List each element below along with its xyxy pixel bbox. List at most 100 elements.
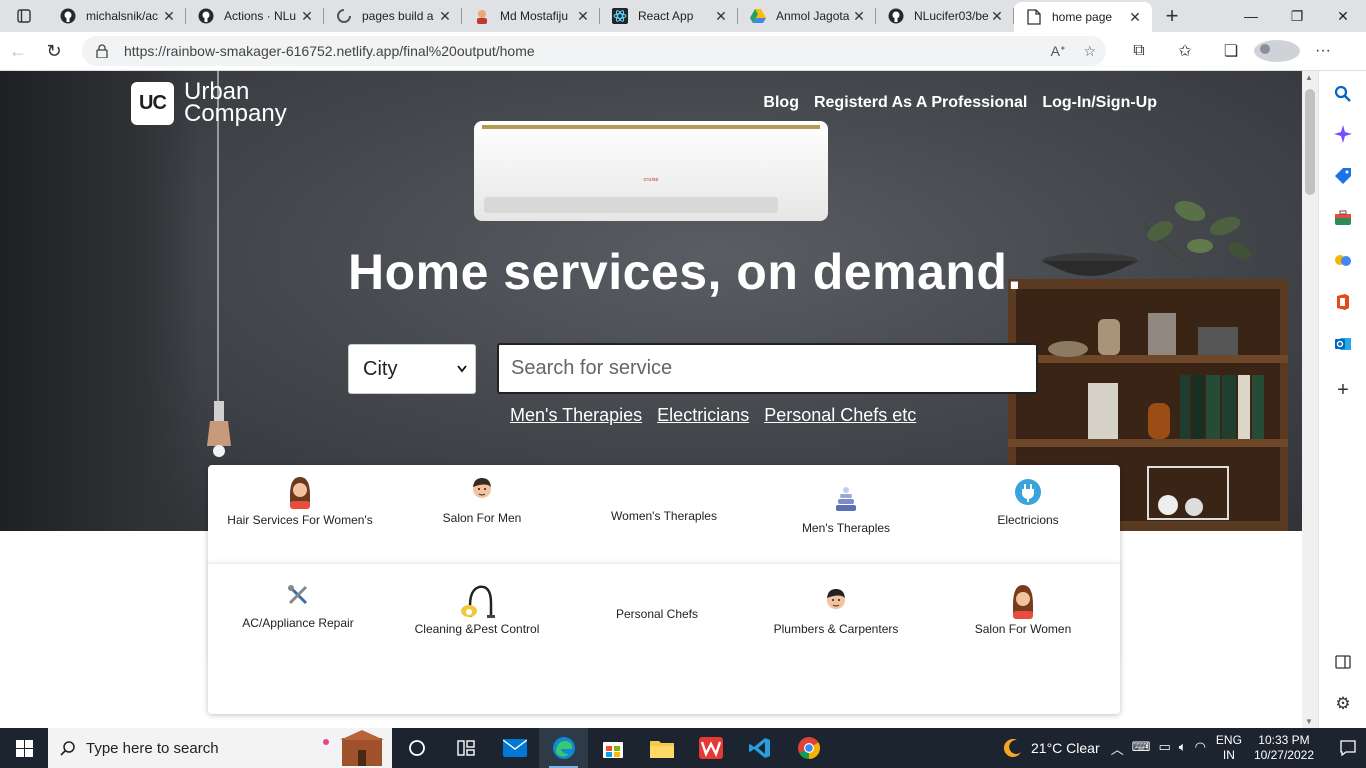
tray-overflow-icon[interactable]: ︿: [1111, 739, 1124, 758]
tab-title: michalsnik/ac: [86, 9, 159, 23]
browser-tab-active[interactable]: home page ✕: [1014, 2, 1152, 32]
favorites-icon[interactable]: ✩: [1162, 40, 1208, 62]
nav-link-register-professional[interactable]: Registerd As A Professional: [814, 94, 1027, 112]
notifications-button[interactable]: [1330, 740, 1366, 756]
scroll-down-arrow-icon[interactable]: ▼: [1305, 717, 1313, 726]
address-bar[interactable]: https://rainbow-smakager-616752.netlify.…: [82, 36, 1106, 66]
notification-icon: [1340, 740, 1356, 756]
service-item[interactable]: Personal Chefs: [567, 607, 747, 621]
mail-app-icon[interactable]: [490, 728, 539, 768]
read-aloud-icon[interactable]: Aᐩ: [1051, 43, 1066, 60]
back-button[interactable]: ←: [0, 35, 36, 67]
quick-link-mens-therapies[interactable]: Men's Therapies: [510, 405, 642, 426]
wifi-icon[interactable]: ◠: [1195, 739, 1206, 758]
browser-tab[interactable]: pages build a ✕: [324, 0, 462, 32]
nav-link-login-signup[interactable]: Log-In/Sign-Up: [1042, 94, 1157, 112]
chrome-icon[interactable]: [784, 728, 833, 768]
brand-logo[interactable]: UC Urban Company: [131, 80, 287, 126]
hero-shadow: [0, 71, 200, 531]
more-menu-icon[interactable]: ···: [1300, 40, 1346, 62]
service-label: Salon For Men: [442, 511, 522, 525]
weather-widget[interactable]: 21°C Clear: [1003, 738, 1100, 758]
service-item[interactable]: Electricions: [938, 475, 1118, 527]
sidebar-toggle-icon[interactable]: [1332, 651, 1354, 673]
service-label: Hair Services For Women's: [227, 513, 373, 527]
service-item[interactable]: Salon For Women: [933, 584, 1113, 636]
search-icon[interactable]: [1332, 83, 1354, 105]
tab-close-icon[interactable]: ✕: [298, 8, 316, 25]
tab-close-icon[interactable]: ✕: [1126, 9, 1144, 26]
github-icon: [888, 8, 904, 24]
nav-link-blog[interactable]: Blog: [763, 94, 799, 112]
store-app-icon[interactable]: [588, 728, 637, 768]
tab-actions-icon: [17, 9, 31, 23]
edge-sidebar: + ⚙: [1318, 71, 1366, 728]
outlook-icon[interactable]: [1332, 333, 1354, 355]
plug-icon: [938, 475, 1118, 509]
browser-tab[interactable]: React App ✕: [600, 0, 738, 32]
service-item[interactable]: AC/Appliance Repair: [208, 578, 388, 630]
service-item[interactable]: Salon For Men: [392, 473, 572, 525]
task-view-button[interactable]: [392, 728, 441, 768]
tab-close-icon[interactable]: ✕: [988, 8, 1006, 25]
scroll-up-arrow-icon[interactable]: ▲: [1305, 73, 1313, 82]
tab-close-icon[interactable]: ✕: [160, 8, 178, 25]
network-adapter-icon[interactable]: ⌨: [1132, 739, 1151, 758]
office-icon[interactable]: [1332, 291, 1354, 313]
air-conditioner-image: cruise: [474, 121, 828, 221]
close-window-button[interactable]: ✕: [1320, 0, 1366, 32]
service-item[interactable]: Hair Services For Women's: [210, 475, 390, 527]
minimize-button[interactable]: —: [1228, 0, 1274, 32]
games-icon[interactable]: [1332, 249, 1354, 271]
browser-tab[interactable]: Md Mostafiju ✕: [462, 0, 600, 32]
settings-gear-icon[interactable]: ⚙: [1332, 693, 1354, 715]
search-highlight-image: [323, 730, 384, 766]
tools-briefcase-icon[interactable]: [1332, 207, 1354, 229]
shopping-tag-icon[interactable]: [1332, 165, 1354, 187]
extensions-icon[interactable]: ⧉: [1116, 40, 1162, 62]
collections-icon[interactable]: ❏: [1208, 40, 1254, 62]
service-item[interactable]: Women's Theraples: [574, 509, 754, 523]
tab-actions-button[interactable]: [0, 0, 48, 32]
tab-close-icon[interactable]: ✕: [436, 8, 454, 25]
volume-icon[interactable]: 🔈︎: [1179, 739, 1187, 758]
tab-close-icon[interactable]: ✕: [574, 8, 592, 25]
quick-link-personal-chefs[interactable]: Personal Chefs etc: [764, 405, 916, 426]
service-search-input[interactable]: [497, 343, 1038, 394]
vscode-icon[interactable]: [735, 728, 784, 768]
file-explorer-icon[interactable]: [637, 728, 686, 768]
edge-app-icon[interactable]: [539, 728, 588, 768]
taskbar-search-box[interactable]: Type here to search: [48, 728, 392, 768]
start-button[interactable]: [0, 728, 48, 768]
refresh-button[interactable]: ↻: [36, 35, 72, 67]
browser-tab[interactable]: michalsnik/ac ✕: [48, 0, 186, 32]
service-item[interactable]: Cleaning &Pest Control: [387, 584, 567, 636]
add-sidebar-app-icon[interactable]: +: [1332, 379, 1354, 401]
favorite-add-icon[interactable]: ☆: [1083, 43, 1096, 60]
browser-tab[interactable]: Anmol Jagota ✕: [738, 0, 876, 32]
service-item[interactable]: Men's Theraples: [756, 483, 936, 535]
browser-tab[interactable]: Actions · NLu ✕: [186, 0, 324, 32]
woman-avatar-icon: [933, 584, 1113, 619]
page-scrollbar[interactable]: ▲ ▼: [1302, 71, 1318, 728]
battery-icon[interactable]: ▭: [1158, 739, 1170, 758]
tab-close-icon[interactable]: ✕: [712, 8, 730, 25]
browser-tab[interactable]: NLucifer03/be ✕: [876, 0, 1014, 32]
new-tab-button[interactable]: +: [1152, 3, 1192, 29]
clock[interactable]: 10:33 PM 10/27/2022: [1254, 733, 1314, 763]
man-avatar-icon: [746, 584, 926, 618]
task-view-icon[interactable]: [441, 728, 490, 768]
bowl-image: [1042, 253, 1138, 276]
city-select[interactable]: City: [348, 344, 476, 394]
wps-office-icon[interactable]: [686, 728, 735, 768]
language-indicator[interactable]: ENG IN: [1216, 733, 1242, 763]
restore-button[interactable]: ❐: [1274, 0, 1320, 32]
plant-image: [1144, 200, 1251, 281]
discover-sparkle-icon[interactable]: [1332, 123, 1354, 145]
service-item[interactable]: Plumbers & Carpenters: [746, 584, 926, 636]
profile-button[interactable]: [1254, 40, 1300, 62]
service-label: Cleaning &Pest Control: [414, 622, 540, 636]
scrollbar-thumb[interactable]: [1305, 89, 1315, 195]
tab-close-icon[interactable]: ✕: [850, 8, 868, 25]
quick-link-electricians[interactable]: Electricians: [657, 405, 749, 426]
